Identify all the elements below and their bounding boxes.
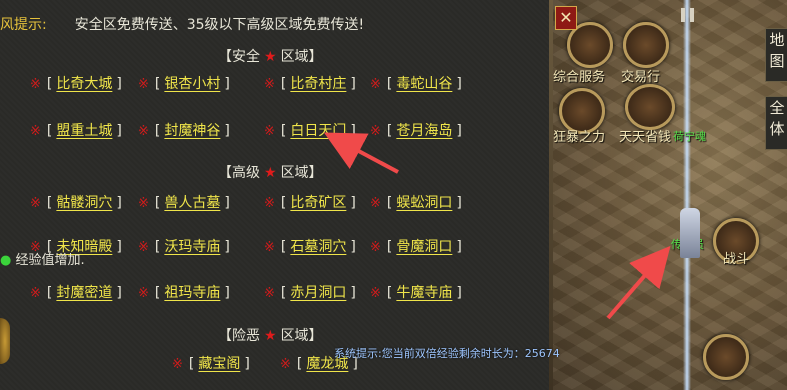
teleport-link[interactable]: 封魔密道 bbox=[56, 285, 112, 301]
destination-cell: ※[牛魔寺庙] bbox=[370, 285, 462, 301]
destination-row: ※[封魔密道] ※[祖玛寺庙] ※[赤月洞口] ※[牛魔寺庙] bbox=[0, 282, 549, 302]
teleport-link[interactable]: 骨魔洞口 bbox=[396, 239, 452, 255]
teleport-link[interactable]: 比奇矿区 bbox=[290, 195, 346, 211]
destination-cell: ※[银杏小村] bbox=[138, 76, 230, 92]
skill-icon[interactable] bbox=[703, 334, 749, 380]
mark-icon: ※ bbox=[264, 124, 275, 139]
system-message: 系统提示:您当前双倍经验剩余时长为：25674 bbox=[334, 347, 560, 360]
teleport-link[interactable]: 赤月洞口 bbox=[290, 285, 346, 301]
destination-cell: ※[苍月海岛] bbox=[370, 123, 462, 139]
all-button[interactable]: 全体 bbox=[765, 96, 787, 150]
destination-cell: ※[毒蛇山谷] bbox=[370, 76, 462, 92]
mark-icon: ※ bbox=[370, 124, 381, 139]
pause-icon[interactable] bbox=[678, 6, 698, 24]
npc-name-1: 荷宁魂 bbox=[673, 130, 706, 143]
destination-cell: ※[藏宝阁] bbox=[172, 356, 250, 372]
mark-icon: ※ bbox=[264, 77, 275, 92]
orb-icon bbox=[0, 318, 10, 364]
destination-cell: ※[兽人古墓] bbox=[138, 195, 230, 211]
game-scene[interactable]: 综合服务 交易行 狂暴之力 天天省钱 荷宁魂 传送员 战斗 bbox=[553, 0, 787, 390]
destination-row: ※[骷髅洞穴] ※[兽人古墓] ※[比奇矿区] ※[蜈蚣洞口] bbox=[0, 192, 549, 212]
destination-cell: ※[蜈蚣洞口] bbox=[370, 195, 462, 211]
teleport-link[interactable]: 祖玛寺庙 bbox=[164, 285, 220, 301]
btn-label-service[interactable]: 综合服务 bbox=[553, 66, 605, 85]
mark-icon: ※ bbox=[264, 240, 275, 255]
tip-label: 风提示: bbox=[0, 17, 47, 33]
map-button[interactable]: 地图 bbox=[765, 28, 787, 82]
mark-icon: ※ bbox=[264, 196, 275, 211]
teleport-link[interactable]: 沃玛寺庙 bbox=[164, 239, 220, 255]
mark-icon: ※ bbox=[138, 240, 149, 255]
destination-cell: ※[比奇矿区] bbox=[264, 195, 356, 211]
light-beam bbox=[683, 0, 691, 390]
teleport-link[interactable]: 毒蛇山谷 bbox=[396, 76, 452, 92]
star-icon: ★ bbox=[264, 49, 277, 65]
mark-icon: ※ bbox=[370, 240, 381, 255]
mark-icon: ※ bbox=[30, 77, 41, 92]
teleport-link[interactable]: 苍月海岛 bbox=[396, 123, 452, 139]
teleport-link[interactable]: 藏宝阁 bbox=[198, 356, 240, 372]
star-icon: ★ bbox=[264, 328, 277, 344]
section-safe-heading: 【安全 ★ 区域】 bbox=[218, 49, 323, 65]
mark-icon: ※ bbox=[30, 286, 41, 301]
teleport-link[interactable]: 骷髅洞穴 bbox=[56, 195, 112, 211]
star-icon: ★ bbox=[264, 165, 277, 181]
save-icon[interactable] bbox=[625, 84, 675, 130]
mark-icon: ※ bbox=[30, 124, 41, 139]
teleport-link[interactable]: 比奇大城 bbox=[56, 76, 112, 92]
destination-cell: ※[比奇村庄] bbox=[264, 76, 356, 92]
destination-cell: ※[封魔密道] bbox=[30, 285, 122, 301]
teleport-dialog: 风提示: 安全区免费传送、35级以下高级区域免费传送! 【安全 ★ 区域】 【高级 ★ 区… bbox=[0, 0, 549, 390]
close-icon[interactable]: ✕ bbox=[555, 6, 577, 30]
destination-cell: ※[骷髅洞穴] bbox=[30, 195, 122, 211]
teleport-link[interactable]: 盟重土城 bbox=[56, 123, 112, 139]
destination-cell: ※[赤月洞口] bbox=[264, 285, 356, 301]
teleport-link[interactable]: 兽人古墓 bbox=[164, 195, 220, 211]
section-advanced-heading: 【高级 ★ 区域】 bbox=[218, 165, 323, 181]
mark-icon: ※ bbox=[138, 77, 149, 92]
destination-cell: ※[比奇大城] bbox=[30, 76, 122, 92]
destination-cell: ※[骨魔洞口] bbox=[370, 239, 462, 255]
teleport-link[interactable]: 银杏小村 bbox=[164, 76, 220, 92]
teleport-link[interactable]: 比奇村庄 bbox=[290, 76, 346, 92]
mark-icon: ※ bbox=[264, 286, 275, 301]
mark-icon: ※ bbox=[370, 77, 381, 92]
destination-cell: ※[封魔神谷] bbox=[138, 123, 230, 139]
section-danger-heading: 【险恶 ★ 区域】 bbox=[218, 328, 323, 344]
btn-label-trade[interactable]: 交易行 bbox=[621, 66, 660, 85]
destination-row: ※[盟重土城] ※[封魔神谷] ※[白日天门] ※[苍月海岛] bbox=[0, 120, 549, 140]
mark-icon: ※ bbox=[370, 196, 381, 211]
destination-cell: ※[盟重土城] bbox=[30, 123, 122, 139]
mark-icon: ※ bbox=[280, 357, 291, 372]
teleport-link[interactable]: 牛魔寺庙 bbox=[396, 285, 452, 301]
mark-icon: ※ bbox=[138, 196, 149, 211]
trade-icon[interactable] bbox=[623, 22, 669, 68]
mark-icon: ※ bbox=[172, 357, 183, 372]
battle-label[interactable]: 战斗 bbox=[723, 248, 749, 267]
mark-icon: ※ bbox=[138, 286, 149, 301]
teleport-link[interactable]: 蜈蚣洞口 bbox=[396, 195, 452, 211]
exp-notice: ● 经验值增加. bbox=[0, 253, 85, 268]
mark-icon: ※ bbox=[30, 196, 41, 211]
player-character[interactable] bbox=[680, 208, 700, 258]
destination-row: ※[比奇大城] ※[银杏小村] ※[比奇村庄] ※[毒蛇山谷] bbox=[0, 73, 549, 93]
teleport-link[interactable]: 白日天门 bbox=[290, 123, 346, 139]
mark-icon: ※ bbox=[138, 124, 149, 139]
btn-label-rage[interactable]: 狂暴之力 bbox=[553, 126, 605, 145]
tip-line: 风提示: 安全区免费传送、35级以下高级区域免费传送! bbox=[0, 14, 364, 34]
btn-label-save[interactable]: 天天省钱 bbox=[619, 126, 671, 145]
destination-cell: ※[祖玛寺庙] bbox=[138, 285, 230, 301]
destination-cell: ※[石墓洞穴] bbox=[264, 239, 356, 255]
destination-cell: ※[白日天门] bbox=[264, 123, 356, 139]
teleport-link[interactable]: 封魔神谷 bbox=[164, 123, 220, 139]
tip-message: 安全区免费传送、35级以下高级区域免费传送! bbox=[74, 17, 365, 33]
destination-cell: ※[沃玛寺庙] bbox=[138, 239, 230, 255]
mark-icon: ※ bbox=[370, 286, 381, 301]
teleport-link[interactable]: 石墓洞穴 bbox=[290, 239, 346, 255]
